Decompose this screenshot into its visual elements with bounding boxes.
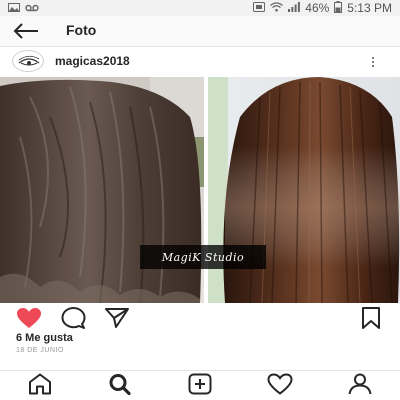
share-icon [104,308,130,333]
post-image[interactable]: MagiK Studio [0,77,400,303]
more-options-button[interactable] [366,54,380,70]
voicemail-icon [25,1,39,15]
comment-icon [60,307,86,333]
profile-icon [347,373,373,400]
app-header: Foto [0,16,400,46]
share-button[interactable] [104,307,130,329]
wifi-icon [270,1,284,15]
nav-profile-button[interactable] [346,373,374,400]
like-button[interactable] [16,307,42,329]
save-button[interactable] [358,307,384,329]
post-actions [0,303,400,331]
status-bar: 46% 5:13 PM [0,0,400,16]
home-icon [27,373,53,400]
avatar[interactable] [12,50,44,72]
add-icon [187,373,213,400]
bottom-nav [0,371,400,400]
search-icon [107,373,133,400]
more-vertical-icon [372,57,374,67]
like-count[interactable]: 6 Me gusta [16,332,73,344]
after-photo [208,77,400,303]
nav-add-button[interactable] [186,373,214,400]
status-time: 5:13 PM [347,1,392,15]
nav-search-button[interactable] [106,373,134,400]
battery-icon [334,0,343,16]
gallery-icon [8,1,20,15]
battery-percent: 46% [305,1,330,15]
post-header: magicas2018 [0,47,400,77]
before-photo [0,77,204,303]
bookmark-icon [358,307,384,333]
comment-button[interactable] [60,307,86,329]
signal-icon [288,1,301,15]
post-date: 18 DE JUNIO [16,347,64,354]
arrow-left-icon [12,23,40,44]
page-title: Foto [66,22,97,38]
back-button[interactable] [12,22,40,40]
nav-home-button[interactable] [26,373,54,400]
watermark: MagiK Studio [140,245,266,269]
heart-filled-icon [16,308,42,333]
activity-icon [267,372,293,400]
nav-activity-button[interactable] [266,372,294,400]
post-username[interactable]: magicas2018 [55,54,130,68]
cast-icon [253,1,266,15]
